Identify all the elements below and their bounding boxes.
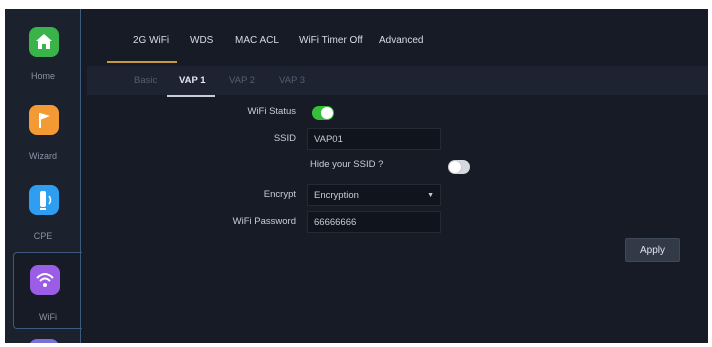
flag-icon bbox=[29, 105, 59, 135]
tab-advanced[interactable]: Advanced bbox=[379, 35, 423, 46]
tab-mac-acl[interactable]: MAC ACL bbox=[235, 35, 279, 46]
sidebar-item-wifi[interactable]: WiFi bbox=[13, 252, 82, 329]
sidebar: Home Wizard CPE WiFi bbox=[5, 9, 82, 343]
active-tab-indicator bbox=[107, 61, 177, 63]
encrypt-select-value: Encryption bbox=[314, 190, 359, 201]
ssid-label: SSID bbox=[273, 133, 296, 144]
active-subtab-indicator bbox=[167, 95, 215, 97]
sidebar-item-label: WiFi bbox=[39, 312, 57, 322]
ssid-input[interactable]: VAP01 bbox=[307, 128, 441, 150]
tab-2g-wifi[interactable]: 2G WiFi bbox=[133, 35, 169, 46]
wifi-password-input[interactable]: 66666666 bbox=[307, 211, 441, 233]
hide-ssid-label: Hide your SSID ? bbox=[310, 159, 384, 170]
wifi-status-label: WiFi Status bbox=[247, 106, 296, 117]
home-icon bbox=[29, 27, 59, 57]
sidebar-item-cpe[interactable]: CPE bbox=[5, 173, 81, 251]
tab-wifi-timer-off[interactable]: WiFi Timer Off bbox=[299, 35, 363, 46]
apply-button[interactable]: Apply bbox=[625, 238, 680, 262]
sidebar-item-wizard[interactable]: Wizard bbox=[5, 93, 81, 171]
encrypt-select[interactable]: Encryption ▼ bbox=[307, 184, 441, 206]
wifi-icon bbox=[30, 265, 60, 295]
sidebar-item-home[interactable]: Home bbox=[5, 13, 81, 91]
cpe-icon bbox=[29, 185, 59, 215]
encrypt-label: Encrypt bbox=[263, 189, 296, 200]
chevron-down-icon: ▼ bbox=[427, 192, 434, 199]
subtab-vap3[interactable]: VAP 3 bbox=[279, 75, 305, 86]
subtab-basic[interactable]: Basic bbox=[134, 75, 157, 86]
sidebar-item-label: Home bbox=[30, 71, 55, 81]
wifi-password-label: WiFi Password bbox=[232, 216, 296, 227]
sidebar-item-label: CPE bbox=[33, 231, 53, 241]
hide-ssid-toggle[interactable] bbox=[448, 160, 470, 174]
more-icon bbox=[29, 339, 59, 343]
subtab-vap1[interactable]: VAP 1 bbox=[179, 75, 206, 86]
sidebar-item-label: Wizard bbox=[28, 151, 57, 161]
router-admin-window: Home Wizard CPE WiFi 2G WiFi WDS MAC ACL… bbox=[5, 9, 708, 343]
wifi-status-toggle[interactable] bbox=[312, 106, 334, 120]
main-content: 2G WiFi WDS MAC ACL WiFi Timer Off Advan… bbox=[81, 9, 708, 343]
tab-wds[interactable]: WDS bbox=[190, 35, 213, 46]
subtab-vap2[interactable]: VAP 2 bbox=[229, 75, 255, 86]
